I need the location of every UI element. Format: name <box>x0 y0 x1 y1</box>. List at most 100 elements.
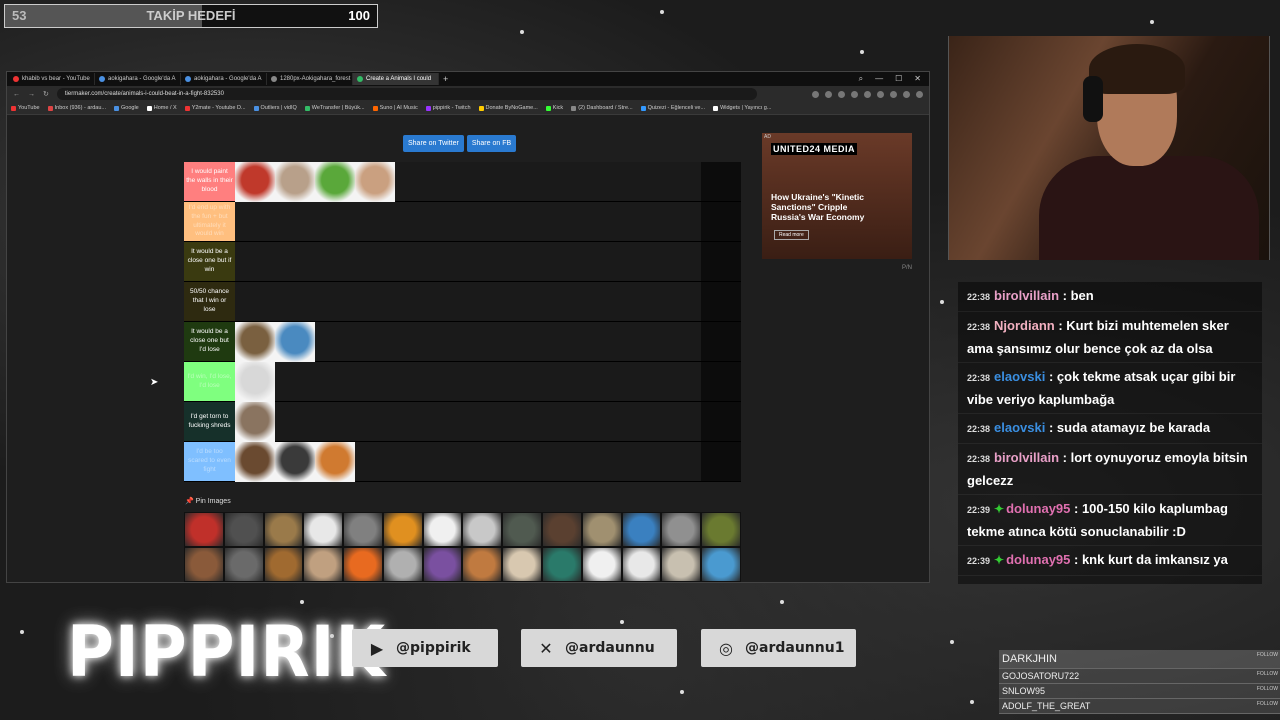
animal-image[interactable] <box>315 442 355 482</box>
pool-animal-image[interactable] <box>701 547 741 582</box>
bookmark-item[interactable]: Kick <box>545 105 563 111</box>
pool-animal-image[interactable] <box>581 512 622 547</box>
pool-animal-image[interactable] <box>621 512 662 547</box>
chat-username[interactable]: dolunay95 <box>1006 552 1070 567</box>
extension-icon[interactable] <box>864 90 871 98</box>
extension-icon[interactable] <box>812 90 819 98</box>
bookmark-item[interactable]: Outliers | vidIQ <box>253 105 297 111</box>
bookmark-item[interactable]: Donate ByNoGame... <box>478 105 538 111</box>
pool-animal-image[interactable] <box>502 512 543 547</box>
tier-label[interactable]: I'd end up with the fun + but ultimately… <box>184 202 235 241</box>
bookmark-item[interactable]: YouTube <box>11 105 40 111</box>
tier-settings-handle[interactable] <box>701 282 741 321</box>
pool-animal-image[interactable] <box>422 547 463 582</box>
tier-label[interactable]: I'd win, I'd lose, I'd lose <box>184 362 235 401</box>
tier-settings-handle[interactable] <box>701 442 741 481</box>
pool-animal-image[interactable] <box>223 512 264 547</box>
bookmark-item[interactable]: (2) Dashboard / Stre... <box>571 105 633 111</box>
chat-username[interactable]: elaovski <box>994 369 1045 384</box>
pool-animal-image[interactable] <box>542 547 582 582</box>
pool-animal-image[interactable] <box>542 512 582 547</box>
animal-image[interactable] <box>235 402 275 442</box>
tier-label[interactable]: It would be a close one but if win <box>184 242 235 281</box>
pool-animal-image[interactable] <box>462 512 503 547</box>
tier-settings-handle[interactable] <box>701 242 741 281</box>
chat-username[interactable]: elaovski <box>994 420 1045 435</box>
pool-animal-image[interactable] <box>462 547 503 582</box>
pool-animal-image[interactable] <box>263 547 304 582</box>
browser-tab[interactable]: Create a Animals I could <box>353 73 439 85</box>
pin-images-header[interactable]: 📌 Pin Images <box>185 497 231 505</box>
pool-animal-image[interactable] <box>422 512 463 547</box>
animal-image[interactable] <box>235 322 275 362</box>
bookmark-item[interactable]: Google <box>114 105 139 111</box>
animal-image[interactable] <box>315 162 355 202</box>
animal-image[interactable] <box>235 442 275 482</box>
new-tab-button[interactable]: + <box>443 74 448 84</box>
tier-settings-handle[interactable] <box>701 362 741 401</box>
pool-animal-image[interactable] <box>184 512 224 547</box>
pool-animal-image[interactable] <box>303 512 344 547</box>
tier-settings-handle[interactable] <box>701 202 741 241</box>
extension-icon[interactable] <box>825 90 832 98</box>
extension-icon[interactable] <box>838 90 845 98</box>
reload-icon[interactable]: ↻ <box>43 90 49 98</box>
extension-icon[interactable] <box>877 90 884 98</box>
tier-label[interactable]: 50/50 chance that I win or lose <box>184 282 235 321</box>
pool-animal-image[interactable] <box>382 547 423 582</box>
chat-username[interactable]: dolunay95 <box>1006 582 1070 584</box>
chat-username[interactable]: dolunay95 <box>1006 501 1070 516</box>
pool-animal-image[interactable] <box>581 547 622 582</box>
extension-icon[interactable] <box>851 90 858 98</box>
pool-animal-image[interactable] <box>502 547 543 582</box>
pool-animal-image[interactable] <box>263 512 304 547</box>
pool-animal-image[interactable] <box>621 547 662 582</box>
bookmark-item[interactable]: Home / X <box>146 105 177 111</box>
extension-icon[interactable] <box>903 90 910 98</box>
bookmark-item[interactable]: pippirik - Twitch <box>425 105 471 111</box>
pool-animal-image[interactable] <box>661 512 702 547</box>
pool-animal-image[interactable] <box>223 547 264 582</box>
chat-username[interactable]: Njordiann <box>994 318 1055 333</box>
close-window-button[interactable]: ✕ <box>914 74 921 84</box>
pool-animal-image[interactable] <box>382 512 423 547</box>
back-icon[interactable]: ← <box>13 91 20 98</box>
bookmark-item[interactable]: Inbox (936) - ardau... <box>47 105 106 111</box>
extension-icon[interactable] <box>916 90 923 98</box>
tier-label[interactable]: I'd be too scared to even fight <box>184 442 235 481</box>
bookmark-item[interactable]: Suno | AI Music <box>372 105 418 111</box>
address-bar[interactable]: tiermaker.com/create/animals-i-could-bea… <box>56 88 757 100</box>
chat-username[interactable]: birolvillain <box>994 450 1059 465</box>
ad-cta-button[interactable]: Read more <box>774 230 809 240</box>
tier-label[interactable]: It would be a close one but I'd lose <box>184 322 235 361</box>
browser-tab[interactable]: 1280px-Aokigahara_forest <box>267 73 353 85</box>
pool-animal-image[interactable] <box>701 512 741 547</box>
browser-tab[interactable]: khabib vs bear - YouTube <box>9 73 95 85</box>
tier-settings-handle[interactable] <box>701 402 741 441</box>
search-tabs-icon[interactable]: ⌕ <box>859 74 863 84</box>
pool-animal-image[interactable] <box>661 547 702 582</box>
advertisement[interactable]: AD UNITED24 MEDIA How Ukraine's "Kinetic… <box>762 133 912 259</box>
tier-label[interactable]: I would paint the walls in their blood <box>184 162 235 201</box>
bookmark-item[interactable]: Y2mate - Youtube D... <box>184 105 246 111</box>
tier-settings-handle[interactable] <box>701 162 741 201</box>
animal-image[interactable] <box>235 162 275 202</box>
pool-animal-image[interactable] <box>184 547 224 582</box>
tier-label[interactable]: I'd get torn to fucking shreds <box>184 402 235 441</box>
animal-image[interactable] <box>275 322 315 362</box>
chat-username[interactable]: birolvillain <box>994 288 1059 303</box>
pool-animal-image[interactable] <box>303 547 344 582</box>
forward-icon[interactable]: → <box>28 91 35 98</box>
bookmark-item[interactable]: WeTransfer | Büyük... <box>304 105 365 111</box>
maximize-button[interactable]: ☐ <box>895 74 902 84</box>
animal-image[interactable] <box>235 362 275 402</box>
tier-settings-handle[interactable] <box>701 322 741 361</box>
browser-tab[interactable]: aokigahara - Google'da A <box>95 73 181 85</box>
share-twitter-button[interactable]: Share on Twitter <box>403 135 464 152</box>
animal-image[interactable] <box>275 162 315 202</box>
pool-animal-image[interactable] <box>343 512 383 547</box>
minimize-button[interactable]: — <box>875 74 883 84</box>
bookmark-item[interactable]: Quizezi - Eğlenceli ve... <box>640 105 705 111</box>
animal-image[interactable] <box>275 442 315 482</box>
bookmark-item[interactable]: Widgets | Yayıncı g... <box>713 105 771 111</box>
